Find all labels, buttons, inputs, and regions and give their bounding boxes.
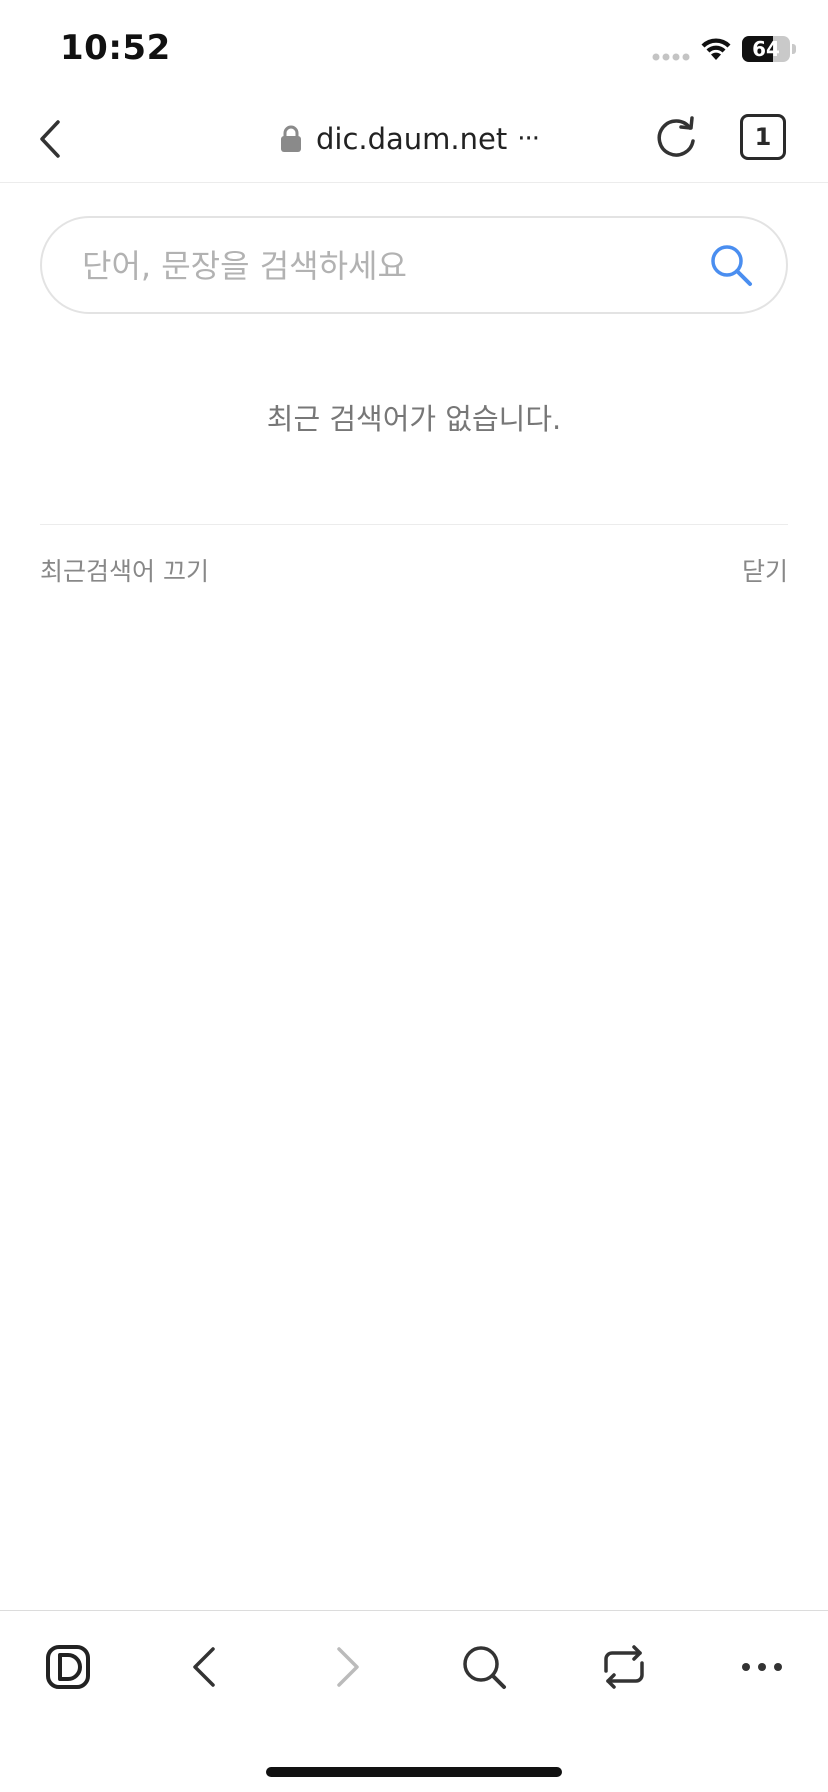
battery-level-text: 64 xyxy=(752,37,780,61)
home-indicator xyxy=(266,1767,562,1777)
address-bar[interactable]: dic.daum.net ··· xyxy=(280,116,540,162)
wifi-icon xyxy=(701,38,731,60)
chevron-left-icon[interactable] xyxy=(178,1639,234,1695)
chevron-left-icon[interactable] xyxy=(30,116,74,162)
url-text: dic.daum.net xyxy=(316,122,508,156)
search-icon[interactable] xyxy=(708,242,754,288)
turn-off-recent-button[interactable]: 최근검색어 끄기 xyxy=(40,552,209,588)
divider xyxy=(40,524,788,525)
battery-body: 64 xyxy=(742,36,790,62)
chevron-right-icon xyxy=(337,1647,359,1687)
status-time: 10:52 xyxy=(60,28,171,68)
close-recent-button[interactable]: 닫기 xyxy=(742,552,788,588)
status-bar: 10:52 64 xyxy=(0,0,828,96)
search-box xyxy=(40,216,788,314)
reload-icon[interactable] xyxy=(652,114,700,162)
battery-indicator: 64 xyxy=(742,36,796,62)
screen: 10:52 64 dic.daum.net ··· 1 단어, 문장을 검색하세… xyxy=(0,0,828,1792)
recent-empty-message: 최근 검색어가 없습니다. xyxy=(266,402,562,436)
cellular-signal-icon xyxy=(652,53,690,61)
url-more: ··· xyxy=(517,124,540,154)
bottom-toolbar xyxy=(0,1610,828,1792)
more-icon[interactable] xyxy=(734,1639,790,1695)
share-icon[interactable] xyxy=(596,1639,652,1695)
search-icon[interactable] xyxy=(456,1639,512,1695)
search-input[interactable] xyxy=(80,240,664,292)
tabs-button[interactable]: 1 xyxy=(740,114,786,160)
lock-icon xyxy=(281,125,301,152)
browser-toolbar: dic.daum.net ··· 1 xyxy=(0,96,828,183)
battery-cap xyxy=(792,44,796,54)
daum-logo-icon[interactable] xyxy=(40,1639,96,1695)
